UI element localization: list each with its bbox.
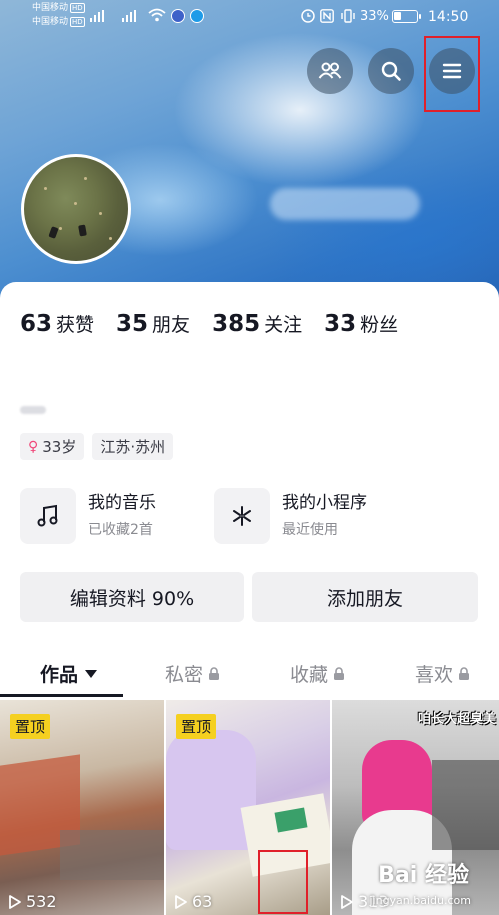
carrier-2: 中国移动 HD [32,17,85,27]
pinned-badge: 置顶 [10,714,51,739]
profile-tags: ♀ 33岁 江苏·苏州 [20,433,174,460]
vibrate-icon [341,9,355,23]
baidu-watermark: Bai 经验 [378,863,469,888]
content-tabs: 作品 私密 收藏 喜欢 [0,648,499,698]
avatar[interactable] [21,154,131,264]
age-tag: ♀ 33岁 [20,433,85,460]
tab-private[interactable]: 私密 [165,660,220,687]
menu-highlight-box [424,36,480,112]
video-grid: 置顶 532 置顶 63 咱长大超臭美 313 Bai 经验 jingyan.b… [0,700,499,915]
friends-icon [318,62,342,79]
blurred-nickname [270,188,420,220]
play-count: 532 [8,892,57,911]
tab-works[interactable]: 作品 [40,660,98,687]
stat-following[interactable]: 385 关注 [212,310,302,337]
lock-icon [334,666,345,680]
add-friends-button[interactable]: 添加朋友 [252,572,478,622]
female-icon: ♀ [28,438,39,455]
play-icon [341,894,353,909]
video-thumbnail[interactable]: 置顶 63 [166,700,330,915]
video-thumbnail[interactable]: 置顶 532 [0,700,164,915]
miniprogram-icon [214,488,270,544]
nfc-icon [320,9,334,23]
my-miniprogram-title: 我的小程序 [282,493,367,513]
alarm-icon [301,9,315,23]
search-icon [381,61,401,81]
caret-down-icon [85,669,98,678]
my-miniprogram-subtitle: 最近使用 [282,522,338,538]
pinned-badge: 置顶 [176,714,217,739]
stats-row: 63 获赞 35 朋友 385 关注 33 粉丝 [20,310,420,337]
baidu-watermark-url: jingyan.baidu.com [369,894,471,907]
play-count: 63 [174,892,212,911]
music-note-icon [20,488,76,544]
friends-button[interactable] [307,48,353,94]
tap-highlight-box [258,850,308,914]
my-music-tile[interactable]: 我的音乐 已收藏2首 [20,488,156,544]
wifi-icon [148,8,166,22]
my-music-title: 我的音乐 [88,493,156,513]
signal-2-icon [122,10,136,22]
tab-favorites[interactable]: 收藏 [290,660,345,687]
app-notification-icon [171,9,185,23]
lock-icon [459,666,470,680]
tab-likes[interactable]: 喜欢 [415,660,470,687]
app-notification-2-icon [190,9,204,23]
blurred-bio [20,406,46,414]
play-icon [175,894,187,909]
video-overlay-caption: 咱长大超臭美 [418,712,497,727]
battery-icon [392,10,421,23]
search-button[interactable] [368,48,414,94]
location-tag: 江苏·苏州 [92,433,174,460]
stat-followers[interactable]: 33 粉丝 [324,310,398,337]
carrier-1: 中国移动 HD [32,3,85,13]
status-bar: 中国移动 HD 中国移动 HD 33% 14:50 [0,0,499,34]
clock: 14:50 [428,9,469,25]
video-thumbnail[interactable]: 咱长大超臭美 313 Bai 经验 jingyan.baidu.com [332,700,499,915]
stat-friends[interactable]: 35 朋友 [116,310,190,337]
signal-icon [90,10,104,22]
play-icon [9,894,21,909]
stat-likes[interactable]: 63 获赞 [20,310,94,337]
edit-profile-button[interactable]: 编辑资料 90% [20,572,244,622]
my-music-subtitle: 已收藏2首 [88,522,153,538]
my-miniprogram-tile[interactable]: 我的小程序 最近使用 [214,488,367,544]
active-tab-indicator [0,694,123,697]
battery-percent: 33% [360,9,389,24]
lock-icon [209,666,220,680]
